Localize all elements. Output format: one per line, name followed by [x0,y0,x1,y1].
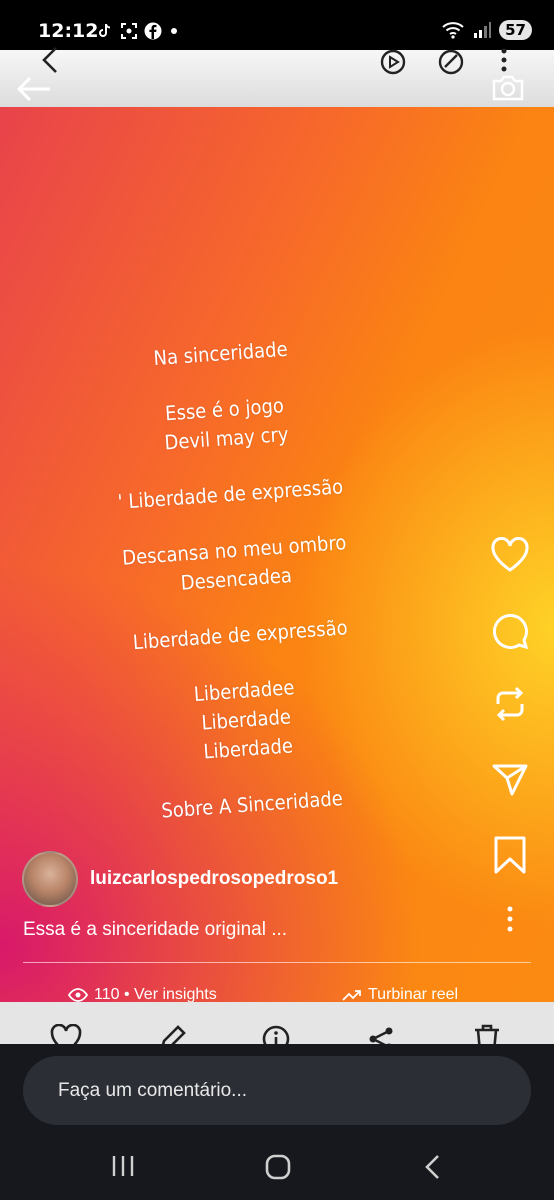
dot-icon [171,28,177,34]
share-icon[interactable] [366,1024,396,1044]
back-chevron-icon[interactable] [38,46,64,74]
trash-icon[interactable] [472,1024,502,1044]
like-button[interactable] [490,535,530,575]
send-icon [492,764,528,796]
divider [23,962,531,963]
remix-icon[interactable] [436,47,466,77]
comment-input[interactable]: Faça um comentário... [23,1056,531,1125]
notification-icons [96,22,180,40]
repost-button[interactable] [490,684,530,724]
action-bar [0,1002,554,1044]
status-bar: 12:12 57 [0,0,554,50]
screenshot-icon [121,23,137,39]
heart-icon [491,537,529,572]
home-icon[interactable] [264,1154,292,1180]
reel-play-icon[interactable] [378,47,408,77]
tiktok-icon [99,23,111,37]
lyrics-text: Na sinceridade Esse é o jogo Devil may c… [40,327,433,832]
camera-icon[interactable] [490,72,526,104]
more-icon [507,906,513,932]
bottom-panel: Faça um comentário... [0,1044,554,1200]
repost-icon [496,686,524,722]
signal-icon [474,22,492,38]
heart-icon[interactable] [50,1024,82,1044]
comment-icon [493,614,529,650]
eye-icon [68,988,88,1002]
wifi-icon [442,22,464,39]
post-author[interactable]: luizcarlospedrosopedroso1 [22,851,338,907]
top-bar [0,47,554,107]
avatar[interactable] [22,851,78,907]
back-arrow-icon[interactable] [16,76,52,102]
comment-placeholder: Faça um comentário... [58,1080,248,1101]
bookmark-icon [494,836,526,874]
edit-icon[interactable] [157,1024,187,1044]
username[interactable]: luizcarlospedrosopedroso1 [90,868,338,890]
comment-button[interactable] [490,610,530,650]
caption[interactable]: Essa é a sinceridade original ... [23,919,287,941]
send-button[interactable] [490,759,530,799]
recent-apps-icon[interactable] [110,1154,136,1178]
trending-icon [342,990,361,1001]
back-nav-icon[interactable] [422,1154,444,1180]
status-time: 12:12 [38,20,99,42]
more-options-button[interactable] [490,899,530,939]
save-button[interactable] [490,835,530,875]
battery-level: 57 [499,20,532,40]
info-icon[interactable] [261,1024,291,1044]
facebook-icon [144,22,162,40]
